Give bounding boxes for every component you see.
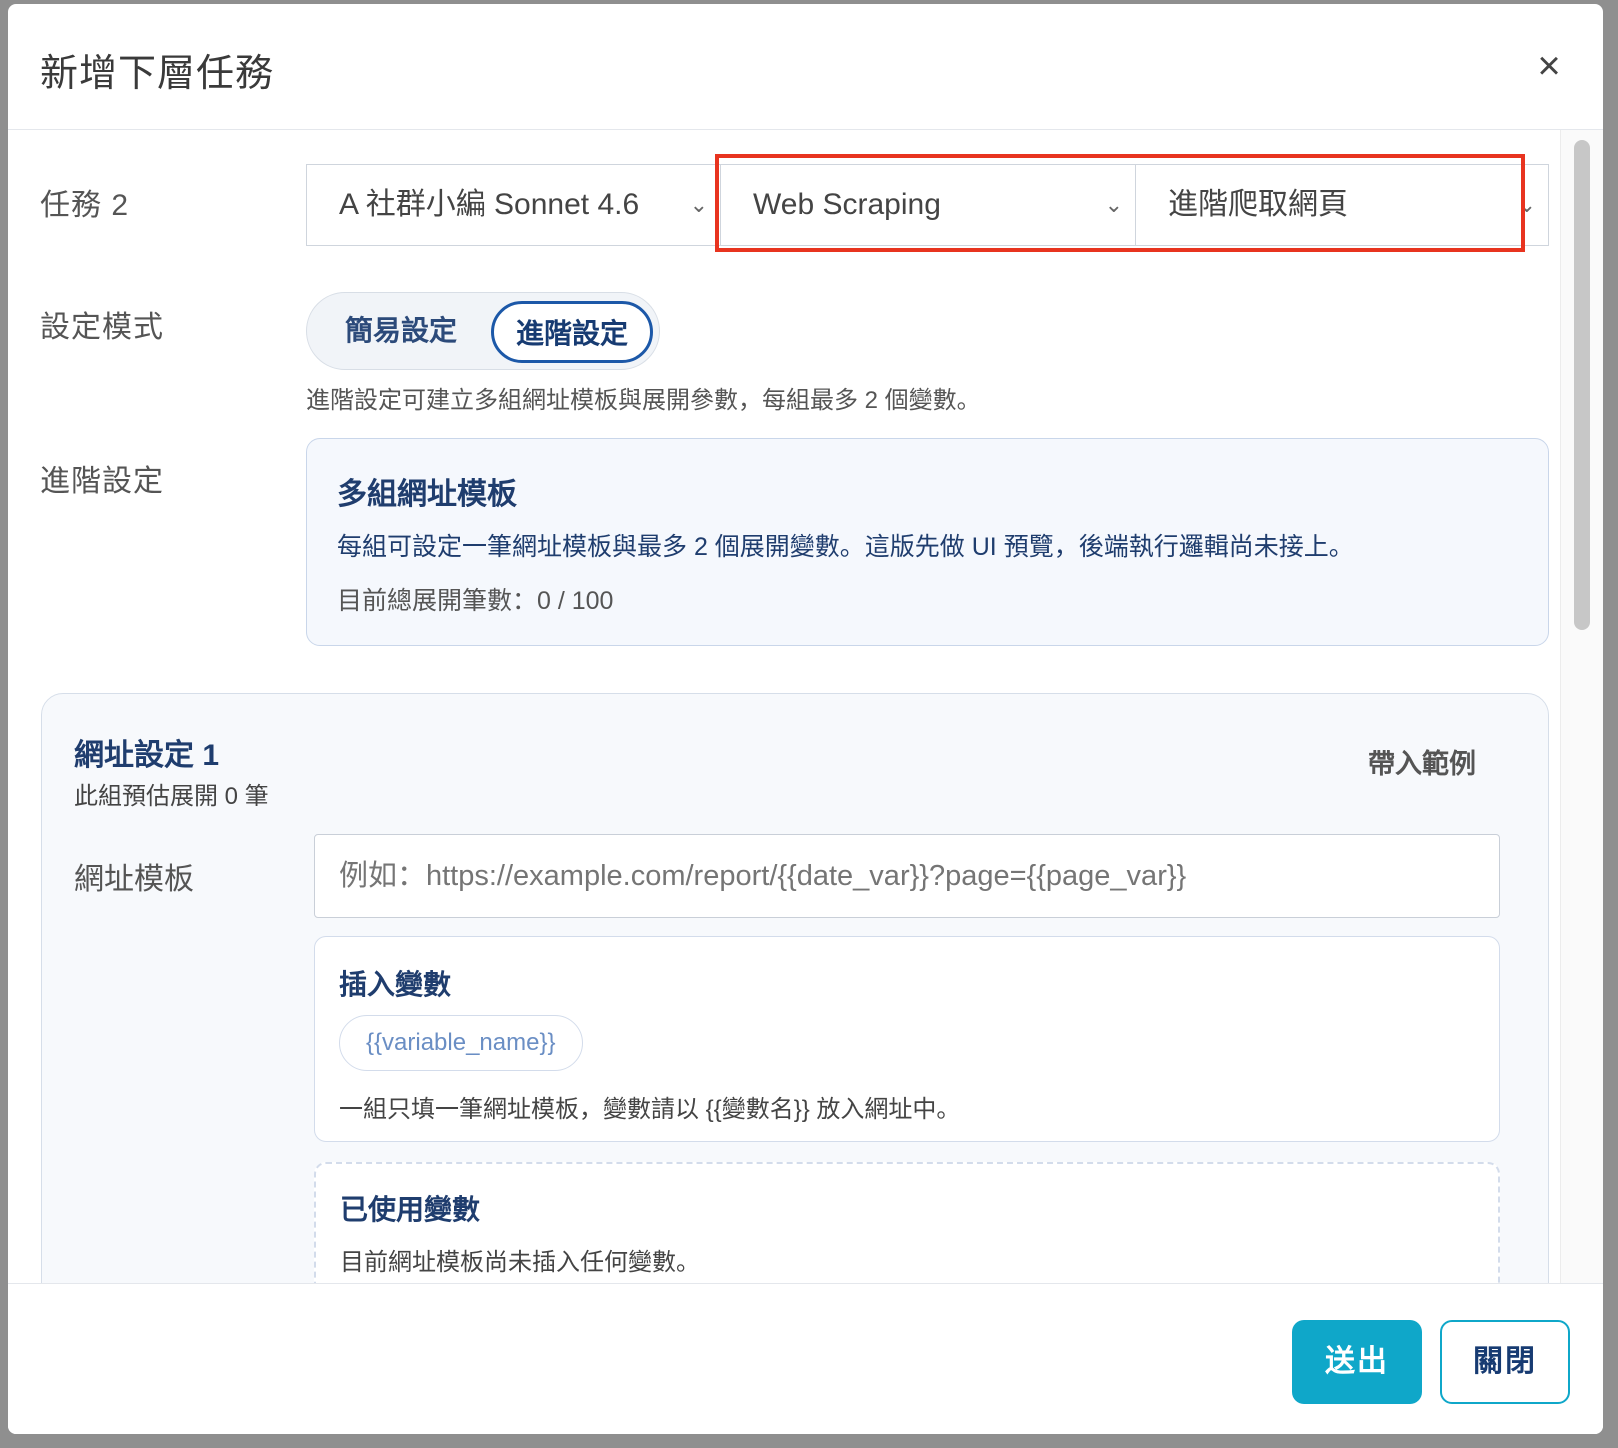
advanced-info-box: 多組網址模板 每組可設定一筆網址模板與最多 2 個展開變數。這版先做 UI 預覽… (306, 438, 1549, 646)
modal-title: 新增下層任務 (40, 53, 275, 95)
url-group-title: 網址設定 1 (74, 739, 220, 772)
url-group-card: 網址設定 1 此組預估展開 0 筆 帶入範例 網址模板 插入變數 {{varia… (41, 693, 1549, 1283)
advanced-label: 進階設定 (40, 465, 164, 498)
mode-advanced-option[interactable]: 進階設定 (491, 301, 653, 363)
insert-example-button[interactable]: 帶入範例 (1368, 742, 1476, 781)
used-variables-box: 已使用變數 目前網址模板尚未插入任何變數。 (314, 1162, 1500, 1283)
modal-footer: 送出 關閉 (8, 1283, 1603, 1434)
chevron-down-icon: ⌄ (689, 192, 708, 217)
url-group-subtitle: 此組預估展開 0 筆 (74, 783, 269, 810)
info-description: 每組可設定一筆網址模板與最多 2 個展開變數。這版先做 UI 預覽，後端執行邏輯… (337, 533, 1354, 561)
close-button[interactable]: 關閉 (1440, 1320, 1570, 1404)
insert-variable-note: 一組只填一筆網址模板，變數請以 {{變數名}} 放入網址中。 (339, 1096, 961, 1123)
info-title: 多組網址模板 (337, 478, 517, 511)
url-template-label: 網址模板 (74, 863, 194, 896)
agent-select[interactable]: A 社群小編 Sonnet 4.6 ⌄ (306, 164, 721, 246)
submit-button[interactable]: 送出 (1292, 1320, 1422, 1404)
agent-select-value: A 社群小編 Sonnet 4.6 (339, 188, 640, 221)
add-subtask-modal: 新增下層任務 × 任務 2 A 社群小編 Sonnet 4.6 ⌄ Web Sc… (8, 4, 1603, 1434)
insert-variable-box: 插入變數 {{variable_name}} 一組只填一筆網址模板，變數請以 {… (314, 936, 1500, 1142)
mode-toggle: 簡易設定 進階設定 (306, 292, 660, 370)
highlight-box (715, 154, 1525, 252)
total-count: 目前總展開筆數：0 / 100 (337, 587, 614, 615)
mode-label: 設定模式 (40, 311, 164, 344)
close-icon[interactable]: × (1527, 44, 1571, 88)
insert-variable-title: 插入變數 (339, 969, 452, 1000)
variable-chip[interactable]: {{variable_name}} (339, 1015, 583, 1071)
modal-body: 任務 2 A 社群小編 Sonnet 4.6 ⌄ Web Scraping ⌄ … (8, 130, 1603, 1283)
modal-header: 新增下層任務 × (8, 4, 1603, 130)
scrollbar-thumb[interactable] (1574, 140, 1590, 630)
used-variables-note: 目前網址模板尚未插入任何變數。 (340, 1249, 700, 1276)
used-variables-title: 已使用變數 (340, 1194, 481, 1225)
task-label: 任務 2 (40, 189, 130, 222)
scrollbar[interactable] (1560, 130, 1603, 1283)
mode-simple-option[interactable]: 簡易設定 (317, 301, 485, 363)
url-template-input[interactable] (314, 834, 1500, 918)
mode-hint: 進階設定可建立多組網址模板與展開參數，每組最多 2 個變數。 (306, 387, 981, 414)
